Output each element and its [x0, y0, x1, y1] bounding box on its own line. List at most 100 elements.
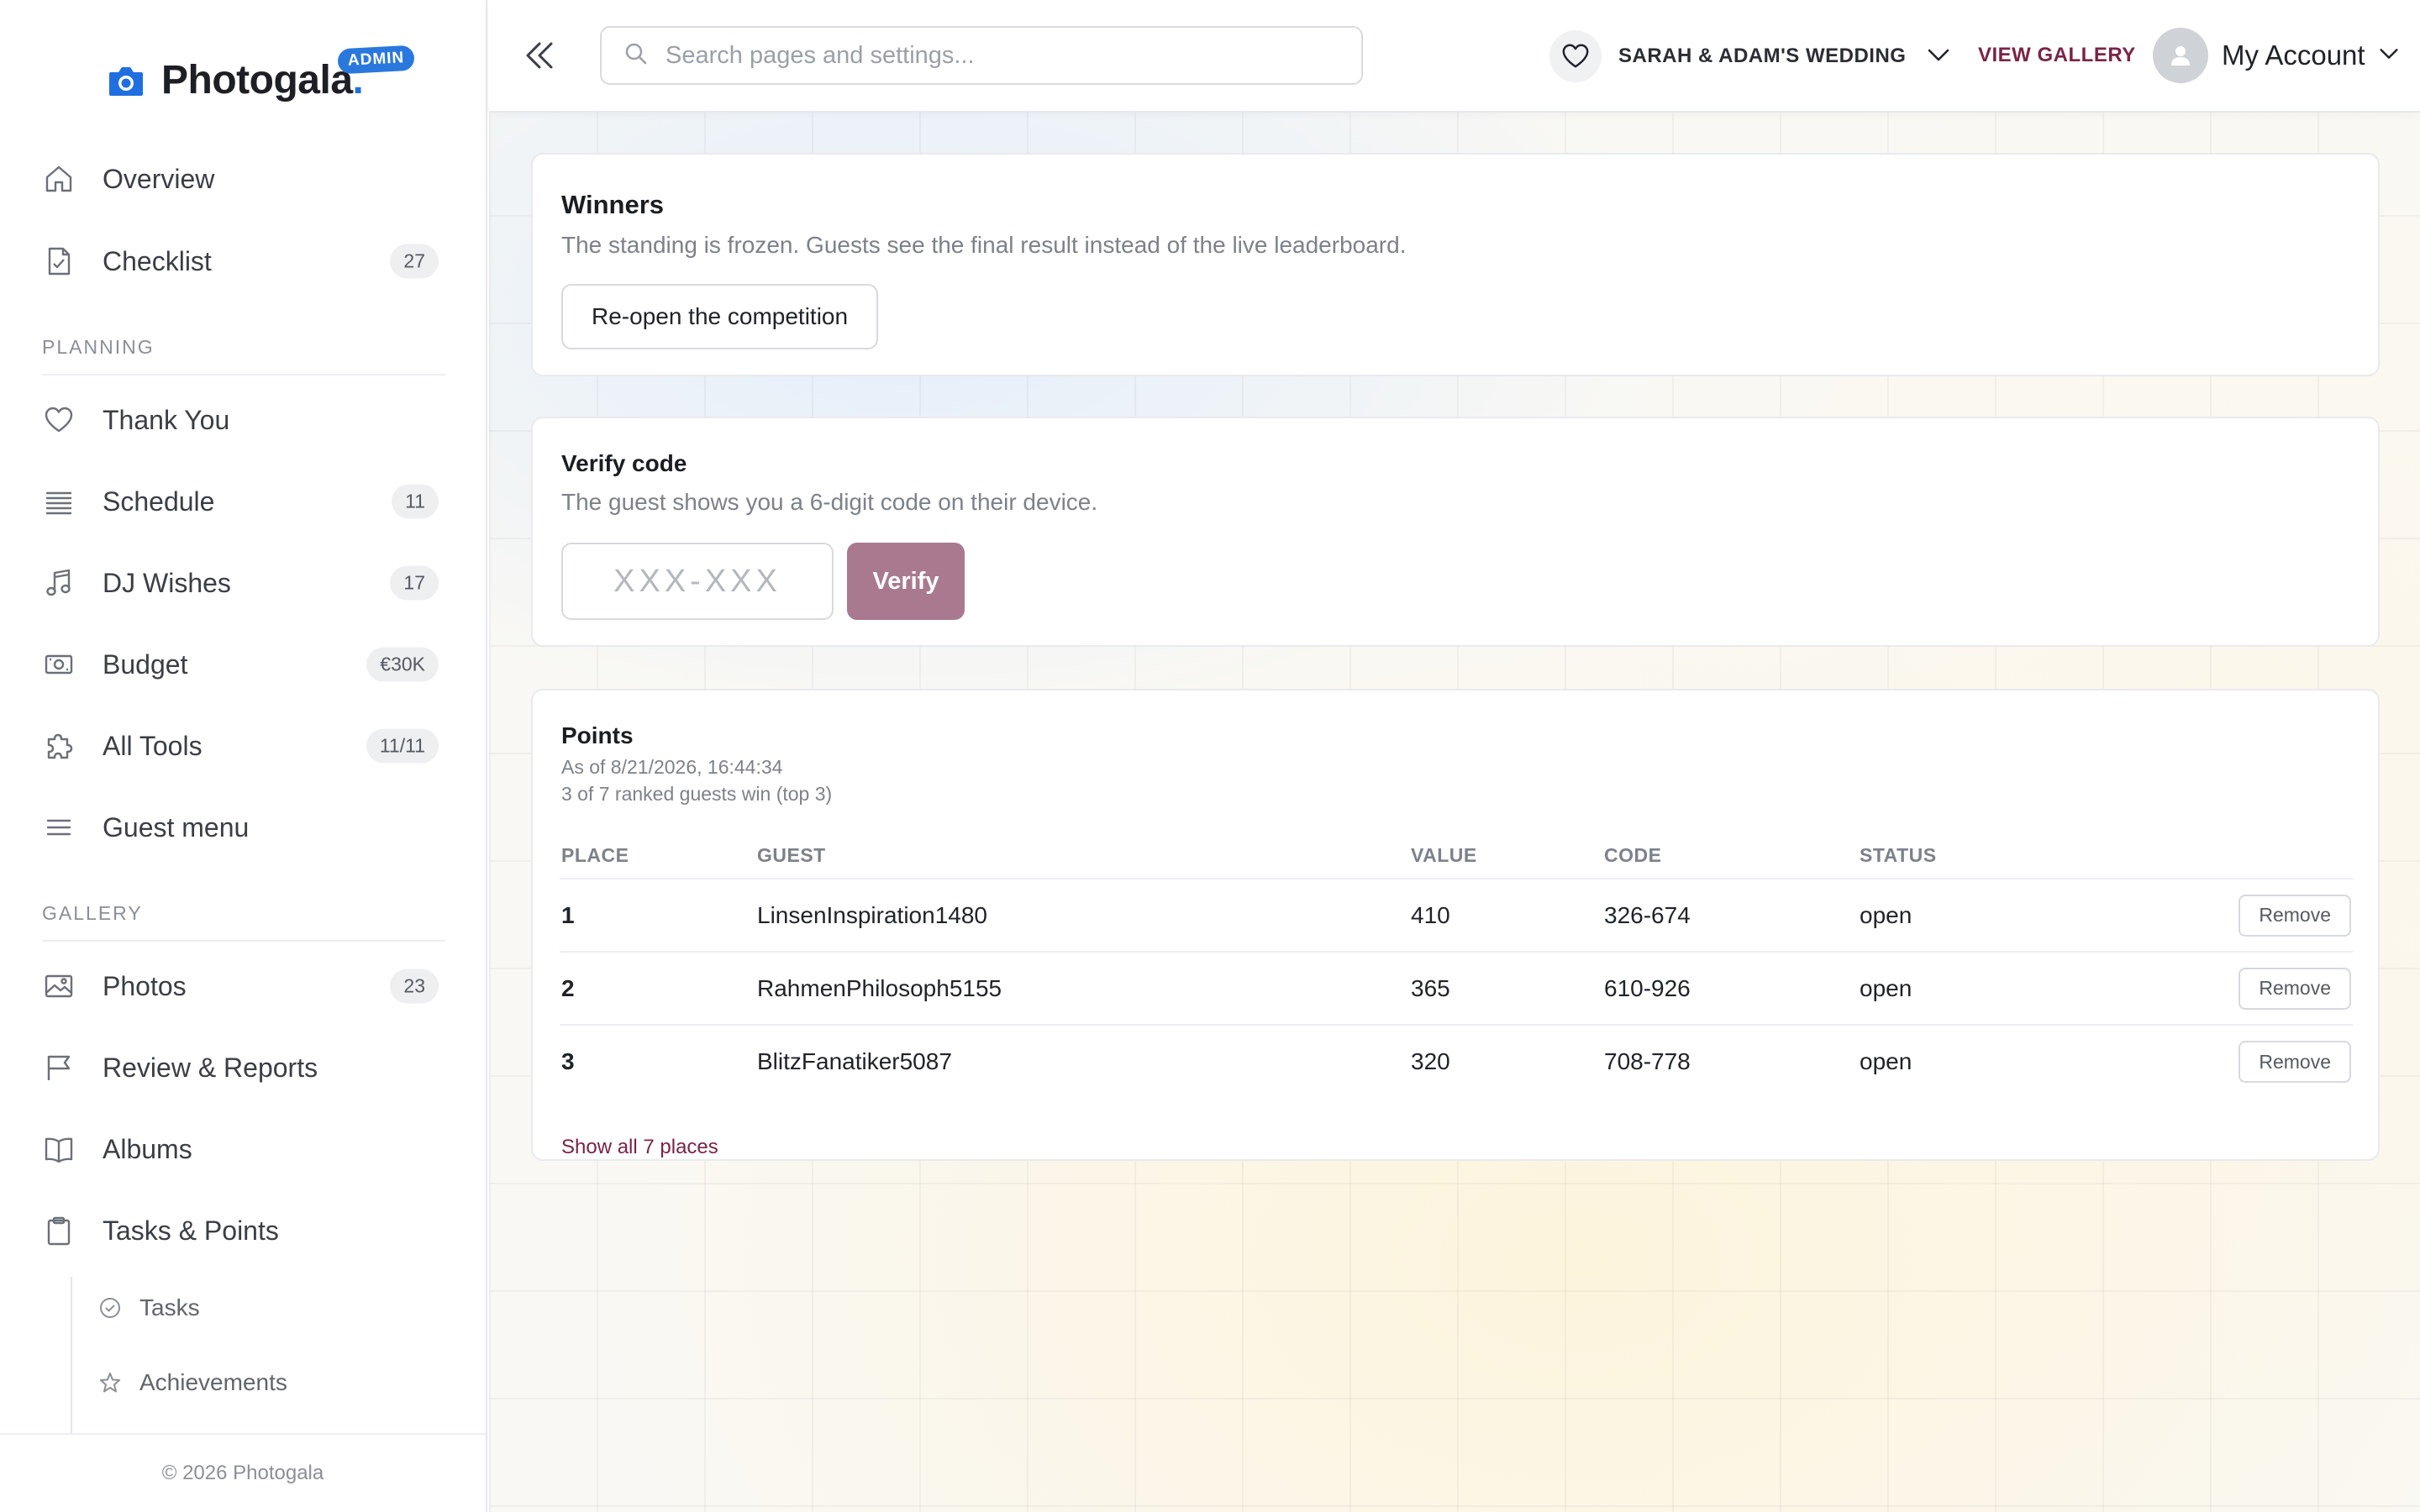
main-content: SARAH & ADAM'S WEDDING VIEW GALLERY My A…: [489, 0, 2420, 1512]
chevron-down-icon: [2377, 42, 2401, 70]
remove-button[interactable]: Remove: [2238, 894, 2351, 937]
sidebar-item-label: Schedule: [103, 486, 215, 517]
account-label: My Account: [2222, 39, 2365, 71]
column-header-actions: [2110, 833, 2353, 879]
table-row: 1 LinsenInspiration1480 410 326-674 open…: [560, 879, 2353, 953]
status-cell: open: [1860, 1048, 1912, 1074]
winners-card: Winners The standing is frozen. Guests s…: [531, 153, 2380, 376]
value-cell: 320: [1411, 1048, 1450, 1074]
sidebar-subitem-label: Achievements: [139, 1369, 287, 1395]
menu-icon: [42, 811, 76, 844]
puzzle-icon: [42, 729, 76, 763]
points-summary: 3 of 7 ranked guests win (top 3): [561, 783, 833, 805]
sidebar-item-label: Guest menu: [103, 811, 250, 843]
code-cell: 610-926: [1602, 952, 1858, 1026]
sidebar-item-label: Albums: [103, 1133, 192, 1164]
sidebar-item-all-tools[interactable]: All Tools 11/11: [42, 716, 445, 776]
points-table: PLACE GUEST VALUE CODE STATUS 1 LinsenIn…: [560, 833, 2353, 1098]
points-title: Points: [561, 722, 634, 748]
sidebar-item-overview[interactable]: Overview: [42, 149, 445, 209]
action-cell: Remove: [2110, 879, 2353, 953]
count-badge: 23: [390, 969, 439, 1004]
camera-icon: [108, 64, 145, 97]
sidebar-item-tasks-points[interactable]: Tasks & Points: [42, 1200, 445, 1261]
sidebar-item-label: Checklist: [103, 245, 212, 276]
guest-cell: LinsenInspiration1480: [755, 879, 1409, 953]
sidebar-item-thank-you[interactable]: Thank You: [42, 390, 445, 450]
flag-icon: [42, 1051, 76, 1084]
code-cell: 326-674: [1602, 879, 1858, 953]
event-selector[interactable]: SARAH & ADAM'S WEDDING: [1549, 30, 1951, 82]
sidebar: Photogala. ADMIN Overview Checklist 27 P…: [0, 0, 487, 1512]
sidebar-item-schedule[interactable]: Schedule 11: [42, 471, 445, 532]
verify-code-card: Verify code The guest shows you a 6-digi…: [531, 417, 2380, 647]
count-badge: €30K: [366, 647, 439, 682]
verify-description: The guest shows you a 6-digit code on th…: [561, 489, 1098, 515]
place-cell: 1: [560, 879, 755, 953]
action-cell: Remove: [2110, 1025, 2353, 1098]
sidebar-item-guest-menu[interactable]: Guest menu: [42, 797, 445, 858]
sidebar-item-label: Budget: [103, 648, 188, 680]
table-row: 2 RahmenPhilosoph5155 365 610-926 open R…: [560, 952, 2353, 1026]
sidebar-item-dj-wishes[interactable]: DJ Wishes 17: [42, 553, 445, 613]
sidebar-item-budget[interactable]: Budget €30K: [42, 634, 445, 695]
count-badge: 27: [390, 244, 439, 279]
code-input[interactable]: [561, 543, 834, 620]
guest-cell: BlitzFanatiker5087: [757, 1048, 952, 1074]
checklist-icon: [42, 244, 76, 278]
top-bar: SARAH & ADAM'S WEDDING VIEW GALLERY My A…: [489, 0, 2420, 113]
table-header-row: PLACE GUEST VALUE CODE STATUS: [560, 833, 2353, 879]
count-badge: 11/11: [366, 728, 439, 764]
verify-button[interactable]: Verify: [847, 543, 965, 620]
subnav-line: [71, 1277, 72, 1445]
collapse-sidebar-icon[interactable]: [521, 37, 558, 74]
sidebar-item-review-reports[interactable]: Review & Reports: [42, 1037, 445, 1098]
remove-button[interactable]: Remove: [2238, 1041, 2351, 1083]
status-cell: open: [1858, 952, 2110, 1026]
avatar: [2153, 28, 2208, 83]
sidebar-subitem-achievements[interactable]: Achievements: [97, 1359, 287, 1406]
brand-logo[interactable]: Photogala.: [108, 57, 364, 103]
brand-name: Photogala.: [161, 58, 364, 102]
place-cell: 3: [561, 1048, 575, 1074]
section-title-planning: PLANNING: [42, 336, 445, 375]
sidebar-subitem-tasks[interactable]: Tasks: [97, 1284, 200, 1331]
value-cell: 365: [1409, 952, 1602, 1026]
action-cell: Remove: [2110, 952, 2353, 1026]
place-cell: 2: [560, 952, 755, 1026]
view-gallery-link[interactable]: VIEW GALLERY: [1978, 44, 2136, 67]
sidebar-item-checklist[interactable]: Checklist 27: [42, 231, 445, 291]
money-icon: [42, 648, 76, 681]
home-icon: [42, 162, 76, 196]
status-cell: open: [1858, 879, 2110, 953]
show-all-places-link[interactable]: Show all 7 places: [561, 1136, 718, 1159]
sidebar-item-label: Overview: [103, 163, 215, 194]
image-icon: [42, 969, 76, 1003]
star-icon: [97, 1370, 123, 1395]
sidebar-item-label: All Tools: [103, 730, 203, 761]
reopen-competition-button[interactable]: Re-open the competition: [561, 284, 879, 349]
points-card: Points As of 8/21/2026, 16:44:34 3 of 7 …: [531, 689, 2380, 1161]
points-as-of: As of 8/21/2026, 16:44:34: [561, 756, 783, 778]
count-badge: 17: [390, 565, 439, 601]
sidebar-item-photos[interactable]: Photos 23: [42, 956, 445, 1016]
sidebar-subitem-label: Tasks: [139, 1294, 200, 1320]
search-input[interactable]: [666, 41, 1338, 70]
guest-cell: RahmenPhilosoph5155: [755, 952, 1409, 1026]
sidebar-item-albums[interactable]: Albums: [42, 1119, 445, 1179]
sidebar-item-label: Tasks & Points: [103, 1215, 279, 1246]
section-title-gallery: GALLERY: [42, 902, 445, 942]
table-row: 3 BlitzFanatiker5087 320 708-778 open Re…: [560, 1025, 2353, 1098]
sidebar-item-label: DJ Wishes: [103, 567, 231, 598]
account-menu[interactable]: My Account: [2153, 27, 2401, 84]
winners-title: Winners: [561, 190, 665, 219]
column-header-value: VALUE: [1409, 833, 1602, 879]
event-name: SARAH & ADAM'S WEDDING: [1618, 45, 1907, 67]
search-icon: [623, 41, 649, 71]
music-note-icon: [42, 566, 76, 600]
check-circle-icon: [97, 1295, 123, 1320]
code-cell: 708-778: [1604, 1048, 1691, 1074]
book-icon: [42, 1132, 76, 1166]
search-box[interactable]: [600, 26, 1363, 85]
remove-button[interactable]: Remove: [2238, 967, 2351, 1010]
